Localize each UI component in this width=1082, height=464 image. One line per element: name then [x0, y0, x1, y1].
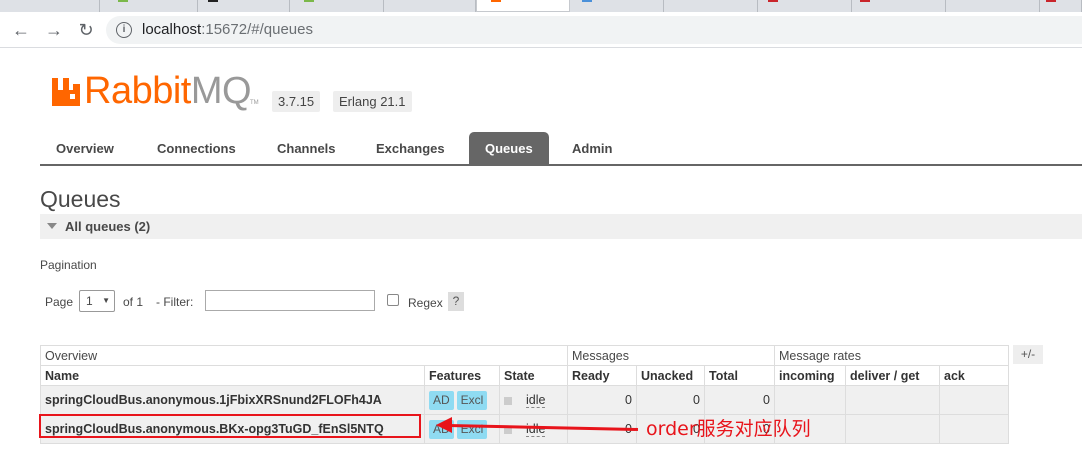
browser-tab[interactable] [100, 0, 198, 12]
rate-ack [939, 385, 1009, 415]
column-header-state[interactable]: State [499, 365, 568, 386]
group-header-overview: Overview [40, 345, 568, 366]
rate-incoming [774, 385, 846, 415]
state-text: idle [526, 422, 546, 437]
column-header-ack[interactable]: ack [939, 365, 1009, 386]
tab-queues[interactable]: Queues [469, 132, 549, 165]
column-header-total[interactable]: Total [704, 365, 775, 386]
section-title: All queues (2) [65, 219, 151, 234]
column-header-incoming[interactable]: incoming [774, 365, 846, 386]
page-label: Page [45, 295, 74, 309]
url-host: localhost [142, 21, 202, 38]
back-arrow-icon[interactable]: ← [9, 18, 33, 42]
page-select-value: 1 [86, 294, 93, 308]
version-badge: 3.7.15 [272, 91, 321, 112]
forward-arrow-icon[interactable]: → [42, 18, 66, 42]
group-header-messages: Messages [567, 345, 775, 366]
group-header-message-rates: Message rates [774, 345, 1009, 366]
brand-wordmark: RabbitMQ [84, 70, 252, 113]
regex-checkbox[interactable] [387, 294, 399, 306]
column-header-deliver-get[interactable]: deliver / get [845, 365, 940, 386]
browser-tab[interactable] [384, 0, 476, 12]
trademark-mark: TM [250, 100, 259, 106]
tab-favicon-icon [304, 0, 314, 2]
state-indicator-icon [504, 396, 512, 405]
tab-admin[interactable]: Admin [556, 132, 628, 165]
url-text[interactable]: localhost:15672/#/queues [142, 21, 313, 38]
browser-tab-active[interactable] [476, 0, 570, 12]
browser-tab-strip [0, 0, 1082, 12]
table-row[interactable]: springCloudBus.anonymous.1jFbixXRSnund2F… [40, 385, 1009, 415]
collapse-triangle-icon [47, 223, 57, 229]
regex-label: Regex [408, 296, 443, 310]
tab-channels[interactable]: Channels [261, 132, 352, 165]
feature-badge-auto-delete: AD [429, 390, 454, 410]
browser-tab[interactable] [0, 0, 100, 12]
browser-tab[interactable] [852, 0, 946, 12]
feature-badge-exclusive: Excl [456, 419, 488, 439]
column-header-ready[interactable]: Ready [567, 365, 637, 386]
tab-favicon-icon [768, 0, 778, 2]
rate-ack [939, 414, 1009, 444]
browser-tab[interactable] [758, 0, 852, 12]
ready-count: 0 [567, 385, 637, 415]
dropdown-arrow-icon: ▼ [102, 296, 110, 305]
feature-badge-exclusive: Excl [456, 390, 488, 410]
tab-favicon-icon [582, 0, 592, 2]
annotation-text: order服务对应队列 [646, 418, 811, 440]
url-path: :15672/#/queues [201, 21, 313, 38]
regex-help-button[interactable]: ? [448, 292, 464, 311]
brand-mq: MQ [190, 70, 252, 112]
address-bar[interactable]: i localhost:15672/#/queues [106, 16, 1082, 44]
browser-tab[interactable] [570, 0, 664, 12]
toggle-columns-button[interactable]: +/- [1013, 345, 1043, 364]
browser-tab[interactable] [1040, 0, 1082, 12]
brand-rabbit: Rabbit [84, 70, 191, 112]
tab-favicon-icon [208, 0, 218, 2]
state-text: idle [526, 393, 546, 408]
rate-deliver-get [845, 414, 940, 444]
column-header-unacked[interactable]: Unacked [636, 365, 705, 386]
tab-exchanges[interactable]: Exchanges [360, 132, 461, 165]
queue-state: idle [499, 385, 568, 415]
annotation-highlight-box [39, 414, 421, 438]
all-queues-section-toggle[interactable]: All queues (2) [40, 214, 1082, 239]
tab-favicon-icon [860, 0, 870, 2]
column-header-name[interactable]: Name [40, 365, 425, 386]
browser-tab[interactable] [290, 0, 384, 12]
erlang-version-badge: Erlang 21.1 [333, 91, 412, 112]
unacked-count: 0 [636, 385, 705, 415]
site-info-icon[interactable]: i [116, 22, 132, 38]
rabbitmq-favicon-icon [491, 0, 501, 2]
queue-name-link[interactable]: springCloudBus.anonymous.1jFbixXRSnund2F… [40, 385, 425, 415]
reload-icon[interactable]: ↻ [74, 18, 98, 42]
tab-connections[interactable]: Connections [141, 132, 252, 165]
main-navigation: Overview Connections Channels Exchanges … [40, 132, 1082, 166]
page-select[interactable]: 1 ▼ [79, 290, 115, 312]
browser-tab[interactable] [946, 0, 1040, 12]
page-title: Queues [40, 186, 121, 212]
tab-favicon-icon [118, 0, 128, 2]
column-header-features[interactable]: Features [424, 365, 500, 386]
page-count-label: of 1 [123, 295, 144, 309]
rate-deliver-get [845, 385, 940, 415]
browser-tab[interactable] [664, 0, 758, 12]
browser-toolbar: ← → ↻ i localhost:15672/#/queues [0, 12, 1082, 48]
total-count: 0 [704, 385, 775, 415]
pagination-label: Pagination [40, 258, 97, 272]
annotation-arrow-icon [436, 417, 452, 433]
filter-label: - Filter: [156, 295, 194, 309]
filter-input[interactable] [205, 290, 375, 311]
tab-favicon-icon [1046, 0, 1056, 2]
browser-tab[interactable] [198, 0, 290, 12]
rabbitmq-logo-icon [52, 78, 80, 106]
tab-overview[interactable]: Overview [40, 132, 130, 165]
queue-features: AD Excl [424, 385, 500, 415]
